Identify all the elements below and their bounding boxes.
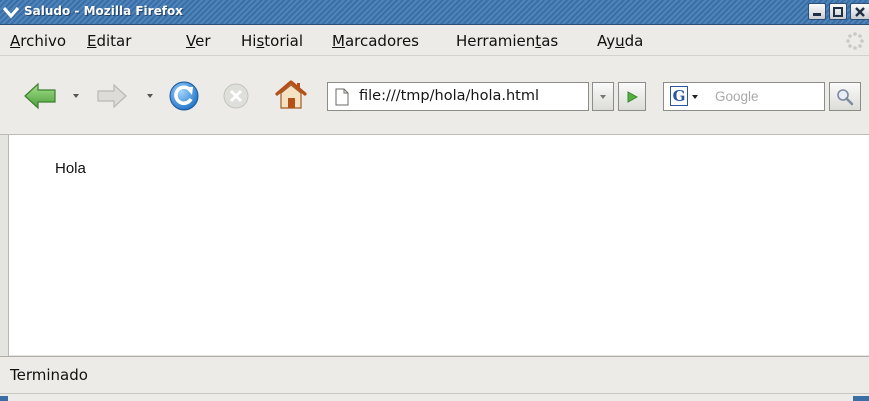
menu-bar: Archivo Editar Ver Historial Marcadores … bbox=[0, 25, 869, 56]
reload-icon[interactable] bbox=[168, 80, 200, 116]
search-input[interactable]: Google bbox=[711, 82, 825, 111]
chevron-down-icon bbox=[600, 94, 606, 99]
throbber-icon bbox=[845, 31, 865, 51]
maximize-button[interactable] bbox=[829, 3, 847, 20]
close-button[interactable] bbox=[850, 3, 869, 20]
window-menu-icon[interactable] bbox=[2, 3, 20, 20]
search-placeholder: Google bbox=[715, 89, 759, 104]
status-bar: Terminado bbox=[0, 356, 869, 393]
google-icon: G bbox=[670, 86, 688, 106]
menu-ver[interactable]: Ver bbox=[186, 32, 211, 50]
url-history-dropdown[interactable] bbox=[592, 82, 614, 111]
page-content: Hola bbox=[9, 135, 869, 355]
window-title: Saludo - Mozilla Firefox bbox=[24, 4, 183, 18]
forward-icon[interactable] bbox=[96, 82, 128, 114]
menu-archivo[interactable]: Archivo bbox=[10, 32, 66, 50]
go-button[interactable] bbox=[618, 82, 646, 111]
url-text[interactable]: file:///tmp/hola/hola.html bbox=[359, 88, 539, 104]
status-text: Terminado bbox=[10, 366, 88, 384]
menu-editar[interactable]: Editar bbox=[87, 32, 131, 50]
menu-marcadores[interactable]: Marcadores bbox=[332, 32, 419, 50]
back-dropdown-icon[interactable] bbox=[73, 94, 79, 98]
home-icon[interactable] bbox=[274, 79, 308, 115]
url-bar[interactable]: file:///tmp/hola/hola.html bbox=[327, 82, 589, 111]
navigation-toolbar: file:///tmp/hola/hola.html G Google bbox=[0, 56, 869, 135]
back-icon[interactable] bbox=[23, 80, 59, 116]
forward-dropdown-icon[interactable] bbox=[147, 94, 153, 98]
magnifier-icon bbox=[837, 88, 854, 105]
window-left-edge bbox=[0, 135, 9, 357]
page-text: Hola bbox=[55, 160, 86, 177]
search-engine-selector[interactable]: G bbox=[663, 82, 711, 111]
menu-historial[interactable]: Historial bbox=[241, 32, 303, 50]
page-icon bbox=[334, 88, 350, 110]
engine-dropdown-icon bbox=[692, 95, 698, 99]
search-button[interactable] bbox=[829, 82, 861, 111]
menu-herramientas[interactable]: Herramientas bbox=[456, 32, 558, 50]
title-bar: Saludo - Mozilla Firefox bbox=[0, 0, 869, 25]
minimize-button[interactable] bbox=[808, 3, 826, 20]
menu-ayuda[interactable]: Ayuda bbox=[597, 32, 643, 50]
go-arrow-icon bbox=[627, 90, 639, 103]
stop-icon[interactable] bbox=[222, 82, 250, 114]
browser-window: Saludo - Mozilla Firefox Archivo Editar … bbox=[0, 0, 869, 401]
